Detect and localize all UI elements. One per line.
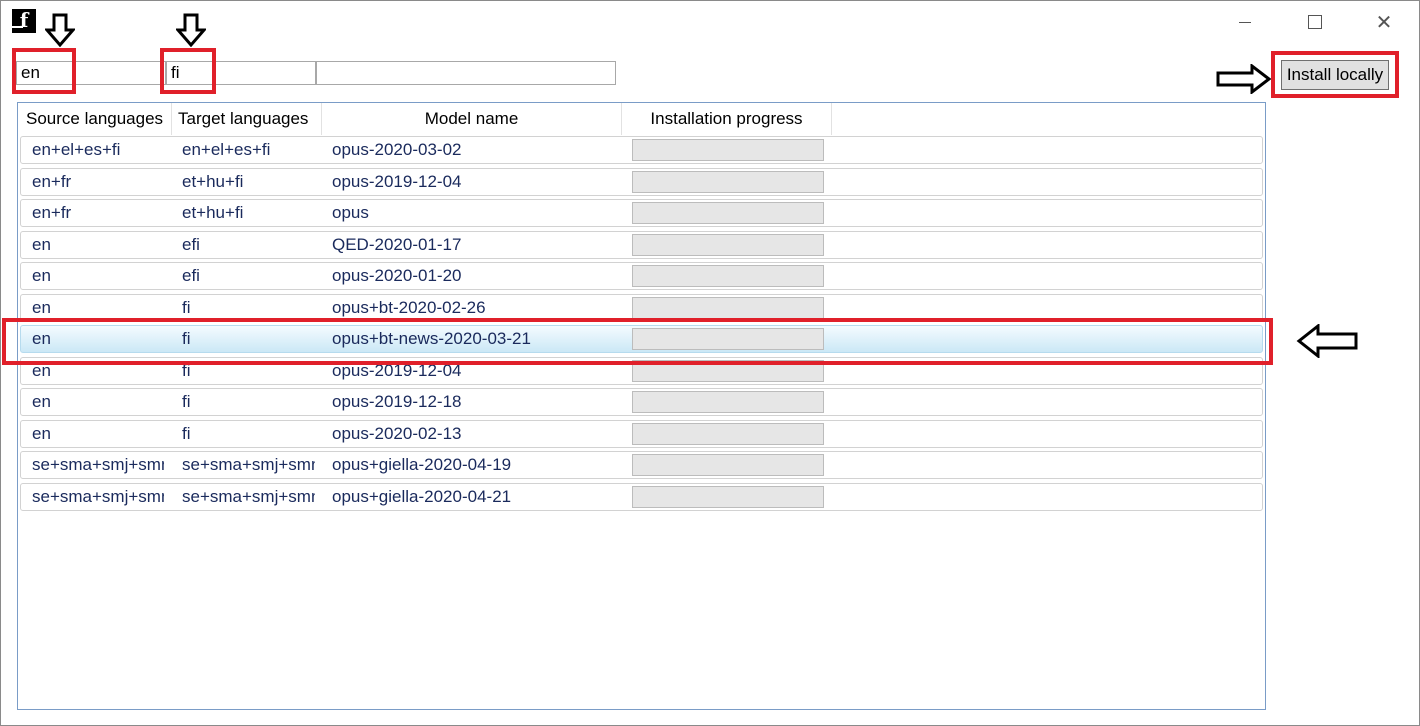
cell-model-name: opus+bt-2020-02-26 (332, 297, 486, 317)
cell-source: en (32, 266, 51, 285)
table-row[interactable]: se+sma+smj+smn se+sma+smj+smn opus+giella-… (20, 482, 1263, 511)
source-language-input[interactable] (16, 61, 166, 85)
installation-progress-bar (632, 328, 824, 350)
table-row[interactable]: se+sma+smj+smn se+sma+smj+smn opus+giella-… (20, 451, 1263, 479)
cell-target: fi (182, 329, 191, 348)
installation-progress-bar (632, 202, 824, 224)
table-row[interactable]: en efi opus-2020-01-20 (20, 262, 1263, 290)
cell-model-name: QED-2020-01-17 (332, 234, 462, 254)
table-row[interactable]: en fi opus-2019-12-04 (20, 356, 1263, 385)
cell-model-name: opus+giella-2020-04-21 (332, 486, 512, 506)
cell-target: fi (182, 392, 191, 411)
cell-model-name: opus-2019-12-18 (332, 392, 462, 411)
table-row[interactable]: en+fr et+hu+fi opus (20, 199, 1263, 227)
cell-target: fi (182, 423, 191, 443)
cell-target: et+hu+fi (182, 203, 244, 222)
cell-model-name: opus-2020-01-20 (332, 266, 462, 285)
table-row[interactable]: en fi opus-2020-02-13 (20, 419, 1263, 448)
installation-progress-bar (632, 391, 824, 413)
cell-source: en+el+es+fi (32, 140, 121, 159)
table-row[interactable]: en fi opus+bt-2020-02-26 (20, 293, 1263, 322)
table-row[interactable]: en+el+es+fi en+el+es+fi opus-2020-03-02 (20, 136, 1263, 164)
installation-progress-bar (632, 359, 824, 382)
cell-source: en (32, 360, 51, 380)
installation-progress-bar (632, 265, 824, 287)
cell-source: se+sma+smj+smn (32, 486, 164, 506)
cell-source: en (32, 234, 51, 254)
cell-model-name: opus-2019-12-04 (332, 171, 462, 191)
installation-progress-bar (632, 296, 824, 319)
close-icon: ✕ (1375, 10, 1393, 34)
installation-progress-bar (632, 233, 824, 256)
cell-source: en (32, 423, 51, 443)
installation-progress-bar (632, 454, 824, 476)
column-header-source[interactable]: Source languages (18, 103, 172, 135)
cell-target: fi (182, 360, 191, 380)
column-header-target[interactable]: Target languages (172, 103, 322, 135)
cell-model-name: opus (332, 203, 369, 222)
minimize-icon (1239, 21, 1251, 23)
cell-source: se+sma+smj+smn (32, 455, 164, 474)
model-name-input[interactable] (316, 61, 616, 85)
cell-source: en (32, 297, 51, 317)
app-logo-icon: f (12, 9, 36, 33)
cell-target: se+sma+smj+smn (182, 486, 315, 506)
installation-progress-bar (632, 485, 824, 508)
table-row[interactable]: en fi opus-2019-12-18 (20, 388, 1263, 416)
cell-model-name: opus-2019-12-04 (332, 360, 462, 380)
models-table[interactable]: Source languages Target languages Model … (17, 102, 1266, 710)
installation-progress-bar (632, 422, 824, 445)
cell-target: et+hu+fi (182, 171, 244, 191)
cell-source: en (32, 392, 51, 411)
installation-progress-bar (632, 170, 824, 193)
column-header-progress[interactable]: Installation progress (622, 103, 832, 135)
cell-source: en+fr (32, 203, 72, 222)
table-header: Source languages Target languages Model … (18, 103, 1265, 135)
column-header-model[interactable]: Model name (322, 103, 622, 135)
install-locally-button[interactable]: Install locally (1281, 60, 1389, 90)
cell-model-name: opus-2020-03-02 (332, 140, 462, 159)
close-button[interactable]: ✕ (1361, 4, 1407, 40)
cell-model-name: opus+giella-2020-04-19 (332, 455, 512, 474)
cell-source: en+fr (32, 171, 72, 191)
cell-target: fi (182, 297, 191, 317)
table-row[interactable]: en+fr et+hu+fi opus-2019-12-04 (20, 167, 1263, 196)
cell-target: se+sma+smj+smn (182, 455, 315, 474)
cell-source: en (32, 329, 51, 348)
cell-target: en+el+es+fi (182, 140, 271, 159)
maximize-button[interactable] (1292, 4, 1338, 40)
cell-target: efi (182, 266, 200, 285)
minimize-button[interactable] (1222, 4, 1268, 40)
installation-progress-bar (632, 139, 824, 161)
maximize-icon (1308, 15, 1322, 29)
table-row[interactable]: en efi QED-2020-01-17 (20, 230, 1263, 259)
cell-model-name: opus-2020-02-13 (332, 423, 462, 443)
cell-target: efi (182, 234, 200, 254)
table-row[interactable]: en fi opus+bt-news-2020-03-21 (20, 325, 1263, 353)
cell-model-name: opus+bt-news-2020-03-21 (332, 329, 531, 348)
target-language-input[interactable] (166, 61, 316, 85)
